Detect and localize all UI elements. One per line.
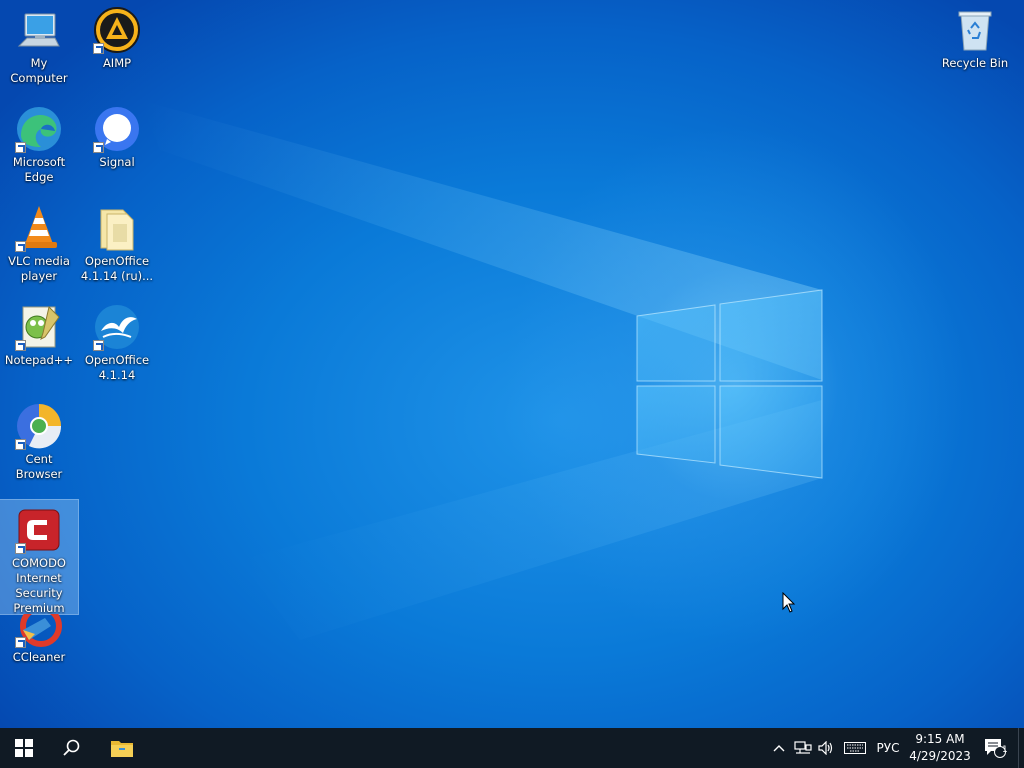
network-tray-button[interactable] [792,728,814,768]
desktop-icon-openoffice[interactable]: OpenOffice 4.1.14 [78,297,156,383]
shortcut-arrow-icon [15,637,26,648]
icon-label: 4.1.14 [98,368,136,382]
desktop-icon-microsoft-edge[interactable]: Microsoft Edge [0,99,78,185]
icon-label: VLC media [8,254,70,268]
computer-icon [15,6,63,54]
vlc-icon [15,204,63,252]
shortcut-arrow-icon [93,142,104,153]
shortcut-arrow-icon [93,43,104,54]
edge-icon [15,105,63,153]
shortcut-arrow-icon [15,340,26,351]
desktop-icon-signal[interactable]: Signal [78,99,156,170]
desktop-icon-vlc[interactable]: VLC media player [0,198,78,284]
shortcut-arrow-icon [93,340,104,351]
touch-keyboard-button[interactable] [842,728,868,768]
shortcut-arrow-icon [15,543,26,554]
desktop-icon-notepadpp[interactable]: Notepad++ [0,297,78,368]
start-button[interactable] [0,728,48,768]
desktop-icon-comodo[interactable]: COMODO Internet Security Premium [0,499,79,615]
desktop-icon-aimp[interactable]: AIMP [78,0,156,71]
volume-tray-button[interactable] [816,728,836,768]
icon-label: AIMP [102,56,132,70]
icon-label: Cent Browser [15,452,63,481]
aimp-icon [93,6,141,54]
comodo-icon [15,506,63,554]
icon-label: Notepad++ [4,353,74,367]
notepadpp-icon [15,303,63,351]
desktop-icon-openoffice-folder[interactable]: OpenOffice 4.1.14 (ru)... [78,198,156,284]
shortcut-arrow-icon [15,241,26,252]
keyboard-icon [844,742,866,754]
icon-label: Internet [16,571,62,585]
icon-label: Recycle Bin [941,56,1009,70]
openoffice-icon [93,303,141,351]
cent-browser-icon [15,402,63,450]
clock-time: 9:15 AM [915,732,965,746]
clock-date: 4/29/2023 [909,749,971,763]
language-indicator: РУС [876,741,900,755]
volume-icon [818,741,833,755]
mouse-cursor-icon [782,592,796,613]
desktop-icon-recycle-bin[interactable]: Recycle Bin [936,0,1014,71]
network-icon [794,741,812,754]
show-desktop-button[interactable] [1018,728,1024,768]
folder-icon [93,204,141,252]
action-center-button[interactable]: 1 [980,728,1010,768]
icon-label: OpenOffice [84,254,150,268]
icon-label: Microsoft [12,155,66,169]
icon-label: My Computer [10,56,68,85]
shortcut-arrow-icon [15,439,26,450]
icon-label: player [20,269,58,283]
taskbar: РУС 9:15 AM 4/29/2023 1 [0,728,1024,768]
desktop[interactable]: My Computer AIMP Recycle Bin Microsoft E… [0,0,1024,728]
icon-label: Security [15,586,63,600]
icon-label: Edge [24,170,54,184]
icon-label: COMODO [12,556,66,570]
desktop-icon-cent-browser[interactable]: Cent Browser [0,396,78,482]
notification-count: 1 [1002,745,1008,755]
show-hidden-icons-button[interactable] [770,728,788,768]
ccleaner-icon [15,614,63,648]
search-button[interactable] [48,728,96,768]
icon-label: CCleaner [12,650,66,664]
clock-button[interactable]: 9:15 AM 4/29/2023 [904,731,976,765]
icon-label: 4.1.14 (ru)... [80,269,154,283]
file-explorer-button[interactable] [98,728,146,768]
desktop-icon-ccleaner[interactable]: CCleaner [0,614,78,665]
desktop-icon-my-computer[interactable]: My Computer [0,0,78,86]
signal-icon [93,105,141,153]
input-language-button[interactable]: РУС [872,728,904,768]
chevron-up-icon [773,745,785,752]
icon-label: OpenOffice [84,353,150,367]
icon-label: Signal [99,155,135,169]
recycle-bin-icon [951,6,999,54]
shortcut-arrow-icon [15,142,26,153]
search-icon [63,739,80,756]
file-explorer-icon [111,741,133,757]
windows-start-icon [15,739,33,757]
